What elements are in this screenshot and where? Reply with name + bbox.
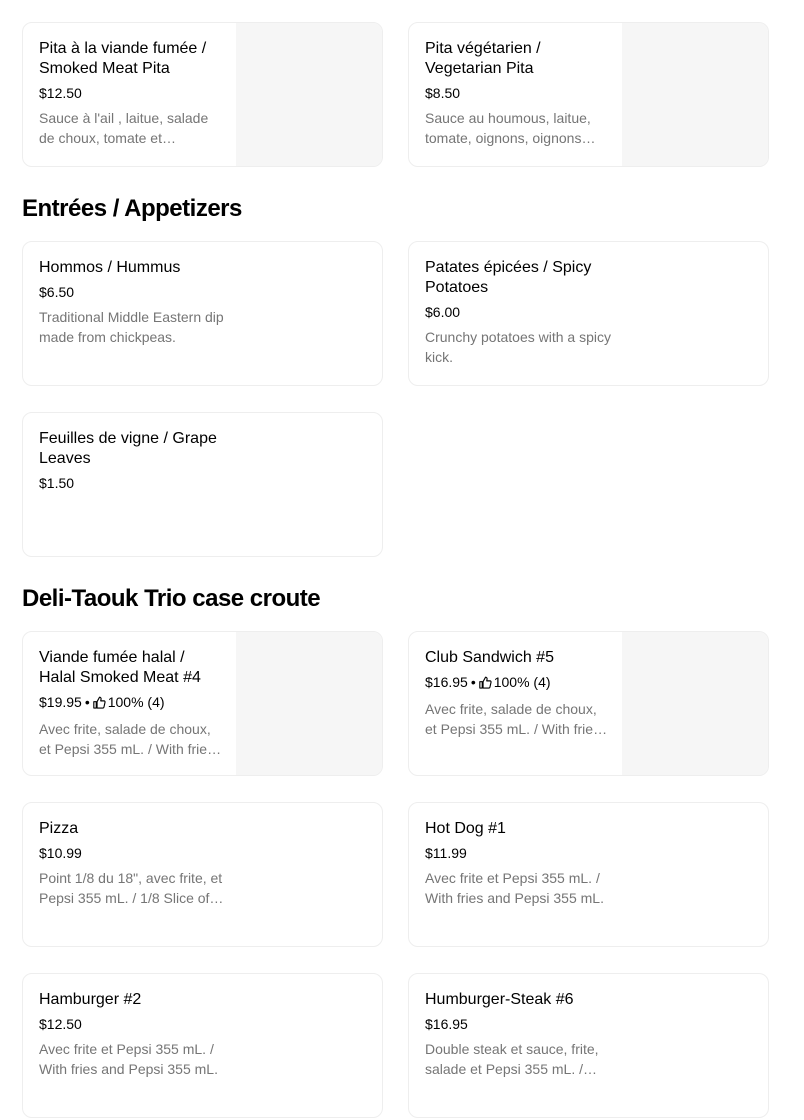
item-name: Feuilles de vigne / Grape Leaves [39,430,217,467]
item-image [236,23,382,166]
meta-separator: • [470,674,476,690]
item-price: $12.50 [39,1016,82,1032]
item-price: $12.50 [39,85,82,101]
item-rating: 100% (4) [107,694,165,710]
item-meta: $16.95 • 100% (4) [425,673,611,693]
item-image [622,632,768,775]
item-name: Hamburger #2 [39,991,142,1008]
item-price: $16.95 [425,1016,468,1032]
menu-item-smoked-meat-pita[interactable]: Pita à la viande fumée / Smoked Meat Pit… [22,22,383,167]
meta-separator: • [84,694,90,710]
item-price: $1.50 [39,475,75,491]
item-rating: 100% (4) [493,674,551,690]
item-description: Avec frite, salade de choux, et Pepsi 35… [39,721,222,757]
item-name: Club Sandwich #5 [425,649,554,666]
menu-item-humburger-steak[interactable]: Humburger-Steak #6 $16.95 Double steak e… [408,973,769,1118]
thumbs-up-icon [478,675,492,693]
item-name: Pizza [39,820,79,837]
item-description: Avec frite et Pepsi 355 mL. / With fries… [425,870,604,906]
item-name: Hot Dog #1 [425,820,506,837]
item-description: Sauce à l'ail , laitue, salade de choux,… [39,110,209,146]
item-description: Sauce au houmous, laitue, tomate, oignon… [425,110,596,146]
item-meta: $19.95 • 100% (4) [39,693,225,713]
item-name: Humburger-Steak #6 [425,991,574,1008]
item-image [236,632,382,775]
menu-item-hamburger[interactable]: Hamburger #2 $12.50 Avec frite et Pepsi … [22,973,383,1118]
menu-item-halal-smoked-meat[interactable]: Viande fumée halal / Halal Smoked Meat #… [22,631,383,776]
item-image [622,23,768,166]
item-name: Patates épicées / Spicy Potatoes [425,259,592,296]
item-description: Point 1/8 du 18", avec frite, et Pepsi 3… [39,870,224,906]
item-price: $8.50 [425,85,461,101]
item-price: $16.95 [425,674,468,690]
item-description: Avec frite, salade de choux, et Pepsi 35… [425,701,608,737]
section-title-appetizers: Entrées / Appetizers [22,195,242,222]
menu-item-hummus[interactable]: Hommos / Hummus $6.50 Traditional Middle… [22,241,383,386]
section-title-trio: Deli-Taouk Trio case croute [22,585,321,612]
item-description: Crunchy potatoes with a spicy kick. [425,329,611,365]
item-description: Double steak et sauce, frite, salade et … [425,1041,599,1077]
thumbs-up-icon [92,695,106,713]
item-name: Hommos / Hummus [39,259,181,276]
item-price: $6.00 [425,304,461,320]
item-price: $19.95 [39,694,82,710]
item-price: $6.50 [39,284,75,300]
item-price: $10.99 [39,845,82,861]
item-description: Traditional Middle Eastern dip made from… [39,309,224,345]
menu-item-club-sandwich[interactable]: Club Sandwich #5 $16.95 • 100% (4) Avec fr… [408,631,769,776]
item-name: Viande fumée halal / Halal Smoked Meat #… [39,649,201,686]
item-name: Pita végétarien / Vegetarian Pita [425,40,541,77]
item-name: Pita à la viande fumée / Smoked Meat Pit… [39,40,207,77]
menu-item-grape-leaves[interactable]: Feuilles de vigne / Grape Leaves $1.50 [22,412,383,557]
menu-item-vegetarian-pita[interactable]: Pita végétarien / Vegetarian Pita $8.50 … [408,22,769,167]
menu-item-hot-dog[interactable]: Hot Dog #1 $11.99 Avec frite et Pepsi 35… [408,802,769,947]
menu-item-spicy-potatoes[interactable]: Patates épicées / Spicy Potatoes $6.00 C… [408,241,769,386]
menu-item-pizza[interactable]: Pizza $10.99 Point 1/8 du 18", avec frit… [22,802,383,947]
item-price: $11.99 [425,845,467,861]
item-description: Avec frite et Pepsi 355 mL. / With fries… [39,1041,218,1077]
